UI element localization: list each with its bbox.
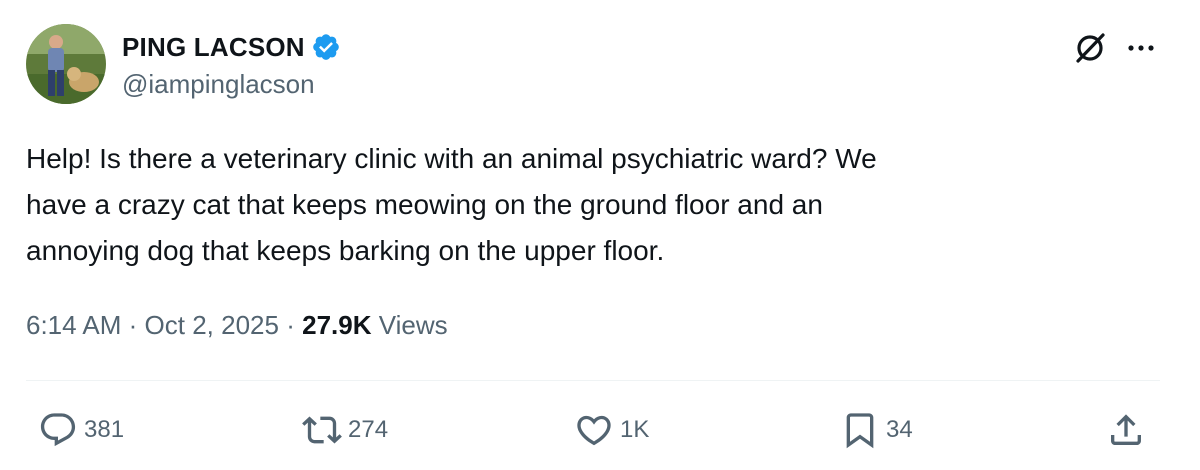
like-count: 1K [620,416,650,443]
tweet-time[interactable]: 6:14 AM [26,310,121,340]
action-bar: 381 274 1K 34 [0,405,1200,455]
reply-icon [38,410,78,450]
more-icon[interactable] [1124,31,1158,65]
bookmark-button[interactable]: 34 [840,405,913,455]
share-button[interactable] [1106,405,1146,455]
bookmark-count: 34 [886,416,913,443]
tweet-text-line: have a crazy cat that keeps meowing on t… [26,189,823,220]
tweet-text-line: Help! Is there a veterinary clinic with … [26,143,877,174]
verified-badge-icon[interactable] [311,32,341,62]
header-actions [1070,28,1158,68]
author-display-name[interactable]: PING LACSON [122,32,305,63]
bookmark-icon [840,410,880,450]
meta-separator: · [286,310,295,340]
share-icon [1106,410,1146,450]
tweet-meta: 6:14 AM · Oct 2, 2025 · 27.9K Views [26,310,448,341]
tweet-text: Help! Is there a veterinary clinic with … [26,136,1136,274]
views-count[interactable]: 27.9K [302,310,371,340]
retweet-count: 274 [348,416,389,443]
meta-separator: · [128,310,138,340]
grok-icon[interactable] [1070,28,1110,68]
views-label: Views [378,310,448,340]
divider [26,380,1160,381]
retweet-button[interactable]: 274 [302,405,388,455]
author-name-row: PING LACSON [122,30,341,64]
heart-icon [574,410,614,450]
retweet-icon [302,410,342,450]
reply-count: 381 [84,416,125,443]
tweet-text-line: annoying dog that keeps barking on the u… [26,235,665,266]
like-button[interactable]: 1K [574,405,649,455]
avatar[interactable] [26,24,106,104]
tweet-card: PING LACSON @iampinglacson Help! Is ther… [0,0,1200,470]
tweet-date[interactable]: Oct 2, 2025 [145,310,279,340]
reply-button[interactable]: 381 [38,405,124,455]
author-handle[interactable]: @iampinglacson [122,69,315,100]
